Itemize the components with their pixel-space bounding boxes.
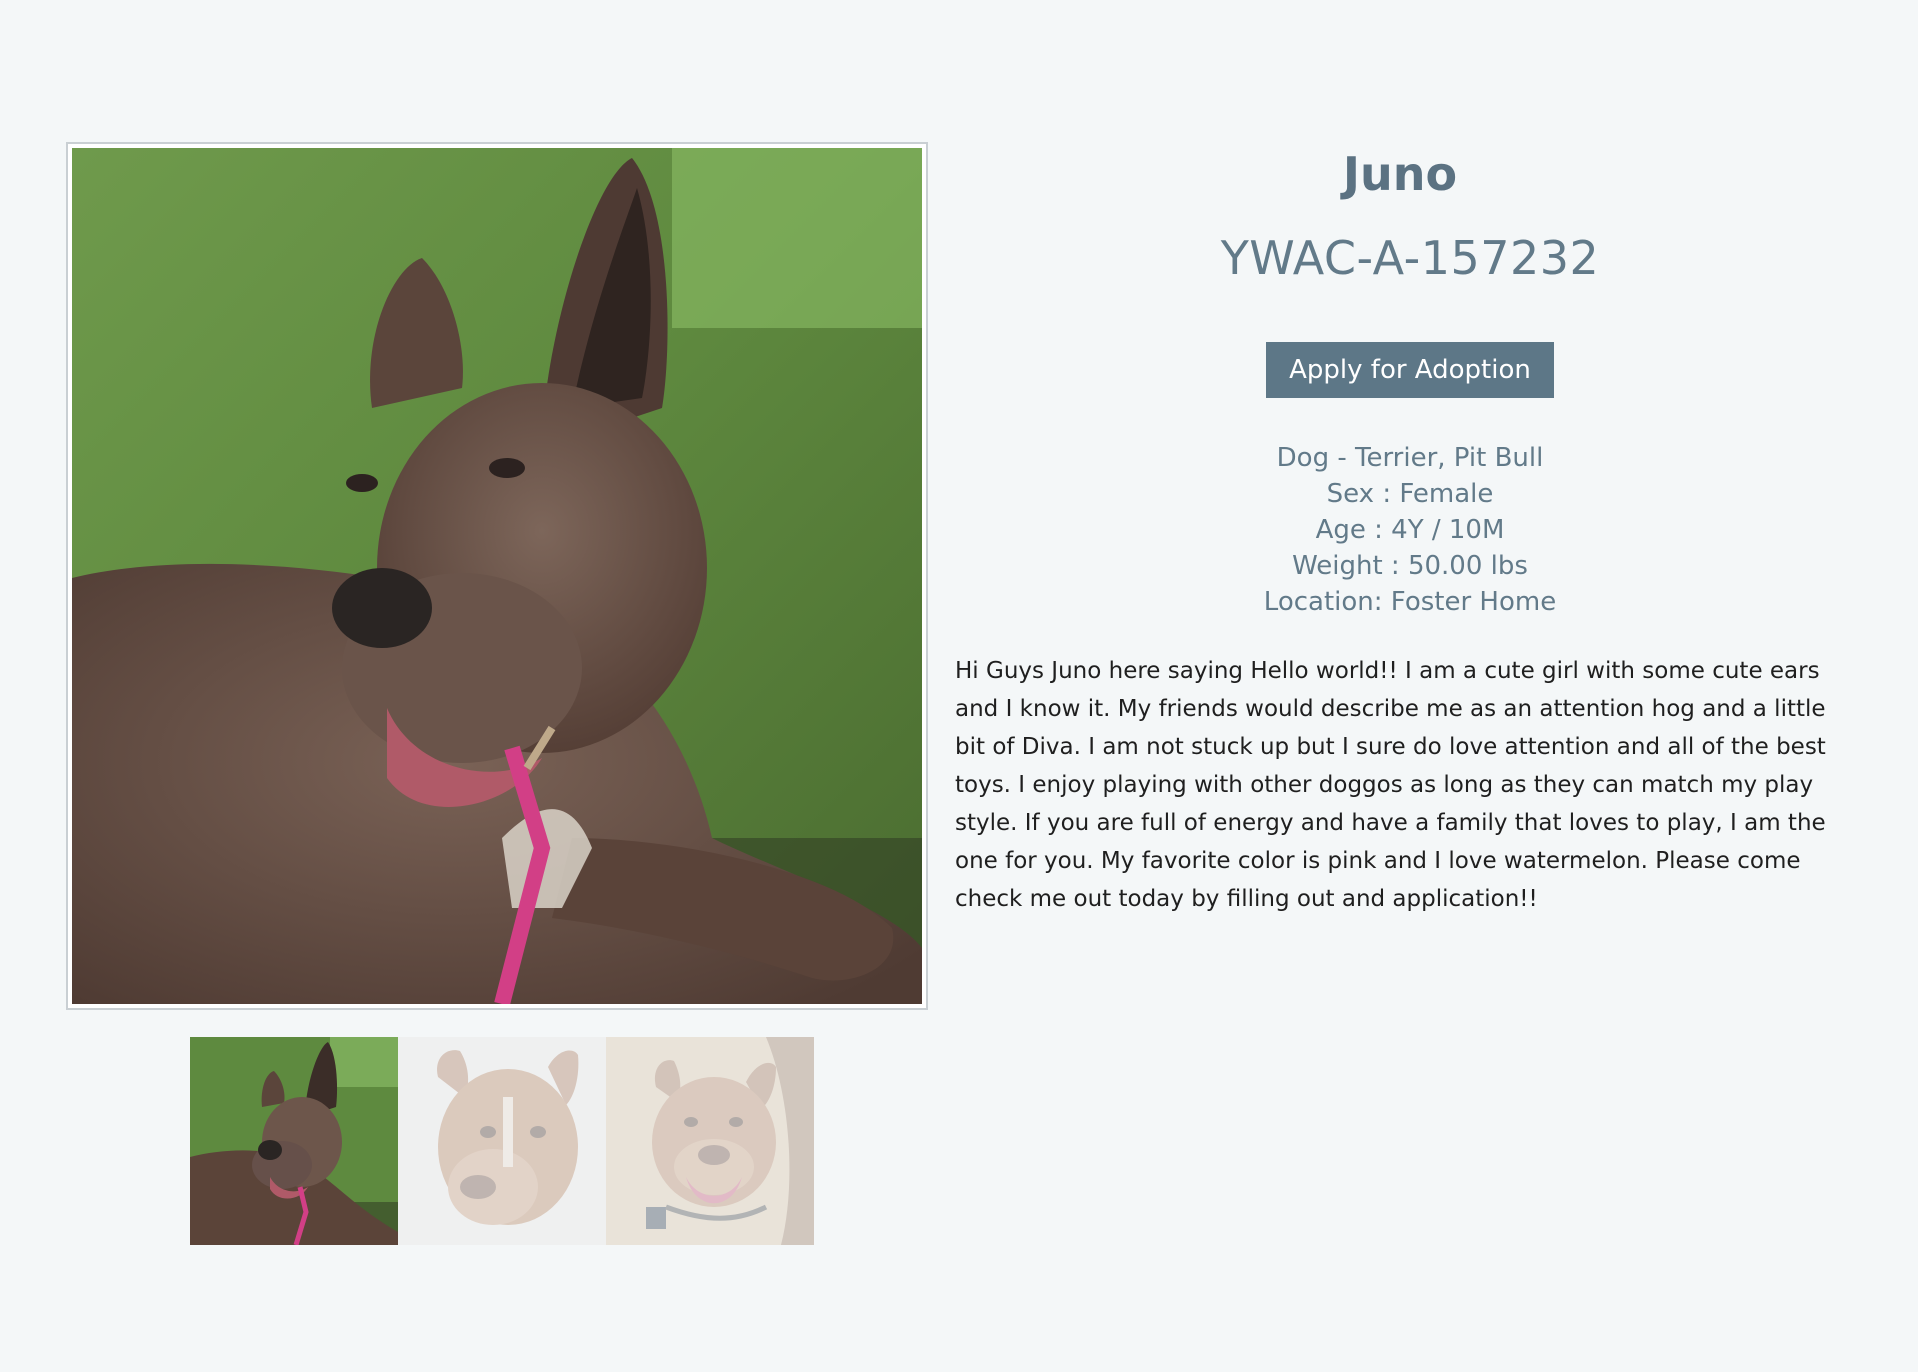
apply-for-adoption-button[interactable]: Apply for Adoption xyxy=(1266,342,1554,398)
pet-id: YWAC-A-157232 xyxy=(1220,231,1600,285)
main-photo-frame xyxy=(66,142,928,1010)
pet-profile-page: Juno YWAC-A-157232 Apply for Adoption Do… xyxy=(0,0,1918,1372)
dog-photo-smiling-icon xyxy=(606,1037,814,1245)
fact-species-breed: Dog - Terrier, Pit Bull xyxy=(1276,443,1544,473)
main-photo[interactable] xyxy=(72,148,922,1004)
dog-photo-closeup-icon xyxy=(398,1037,606,1245)
pet-facts: Dog - Terrier, Pit Bull Sex : Female Age… xyxy=(955,440,1865,620)
fact-weight: Weight : 50.00 lbs xyxy=(1292,551,1528,581)
dog-photo-grass-icon xyxy=(190,1037,398,1245)
thumbnail-2[interactable] xyxy=(398,1037,606,1245)
photo-thumbnails xyxy=(190,1037,814,1245)
fact-sex: Sex : Female xyxy=(1326,479,1494,509)
pet-name: Juno xyxy=(1342,147,1458,201)
thumbnail-3[interactable] xyxy=(606,1037,814,1245)
thumbnail-1[interactable] xyxy=(190,1037,398,1245)
fact-location: Location: Foster Home xyxy=(1263,587,1557,617)
fact-age: Age : 4Y / 10M xyxy=(1315,515,1505,545)
pet-description: Hi Guys Juno here saying Hello world!! I… xyxy=(955,658,1826,912)
